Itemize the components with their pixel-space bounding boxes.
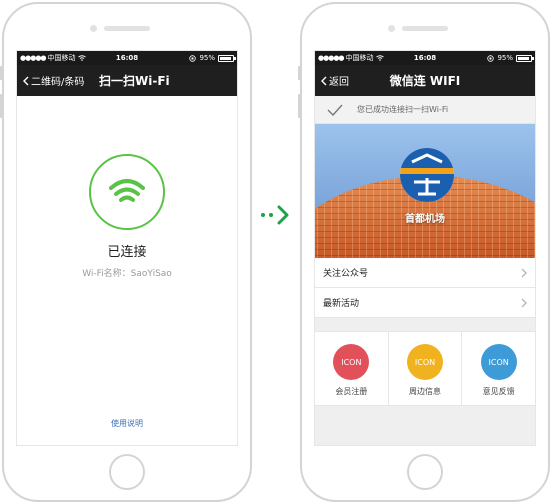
phone-frame-left: ●●●●● 中国移动 16:08 95% 二维码/条码 扫一扫Wi-Fi 已连接… [0,2,252,502]
orientation-lock-icon [189,54,197,62]
wifi-icon [109,179,145,202]
back-label: 二维码/条码 [31,77,85,88]
wifi-name: Wi-Fi名称：SaoYiSao [82,269,172,279]
grid-item-label: 会员注册 [335,387,368,396]
mute-switch [298,66,301,80]
chevron-right-icon [277,205,289,225]
screen-right: ●●●●● 中国移动 16:08 95% 返回 微信连 WIFI 您已成功连接扫… [314,50,536,446]
orientation-lock-icon [487,54,495,62]
airport-logo-icon [400,148,454,202]
battery-icon [516,54,534,62]
checkmark-icon [327,104,343,116]
nav-bar: 返回 微信连 WIFI [315,65,535,96]
back-label: 返回 [329,77,349,88]
connection-status: 已连接 [107,245,147,260]
volume-up-button [298,94,301,118]
home-button[interactable] [407,454,443,490]
battery-percent: 95% [497,54,513,62]
phone-frame-right: ●●●●● 中国移动 16:08 95% 返回 微信连 WIFI 您已成功连接扫… [298,2,550,502]
menu-list: 关注公众号 最新活动 [315,258,535,318]
chevron-right-icon [521,298,527,307]
nav-bar: 二维码/条码 扫一扫Wi-Fi [17,65,237,96]
success-message: 您已成功连接扫一扫Wi-Fi [357,105,449,114]
earpiece-speaker [402,26,448,31]
airport-logo [400,148,454,202]
screen-left: ●●●●● 中国移动 16:08 95% 二维码/条码 扫一扫Wi-Fi 已连接… [16,50,238,446]
home-button[interactable] [109,454,145,490]
battery-percent: 95% [199,54,215,62]
mute-switch [0,66,3,80]
empty-area [315,406,535,445]
grid-item-nearby-info[interactable]: ICON 周边信息 [389,332,463,405]
list-item-follow-account[interactable]: 关注公众号 [315,258,535,288]
back-button[interactable]: 返回 [321,65,349,96]
chevron-left-icon [23,76,29,85]
arrow-dot [261,213,265,217]
front-camera [90,25,97,32]
nearby-info-icon: ICON [407,344,443,380]
success-banner: 您已成功连接扫一扫Wi-Fi [315,96,535,124]
list-item-label: 最新活动 [323,299,360,309]
arrow-dot [269,213,273,217]
grid-item-member-registration[interactable]: ICON 会员注册 [315,332,389,405]
wifi-connected-badge [89,154,165,230]
list-item-label: 关注公众号 [323,269,369,279]
feature-grid: ICON 会员注册 ICON 周边信息 ICON 意见反馈 [315,332,535,406]
grid-item-label: 周边信息 [409,387,441,396]
feedback-icon: ICON [480,344,517,380]
usage-instructions-link[interactable]: 使用说明 [17,418,237,429]
member-registration-icon: ICON [333,344,370,380]
chevron-left-icon [321,76,327,85]
status-bar: ●●●●● 中国移动 16:08 95% [17,51,237,65]
status-bar: ●●●●● 中国移动 16:08 95% [315,51,535,65]
airport-name: 首都机场 [405,214,445,225]
back-button[interactable]: 二维码/条码 [23,65,84,96]
grid-item-feedback[interactable]: ICON 意见反馈 [462,332,535,405]
section-divider [315,318,535,332]
front-camera [388,25,395,32]
flow-arrow [261,205,289,225]
earpiece-speaker [104,26,150,31]
list-item-latest-activities[interactable]: 最新活动 [315,288,535,318]
airport-banner[interactable]: 首都机场 [315,124,535,258]
grid-item-label: 意见反馈 [482,387,515,396]
volume-up-button [0,94,3,118]
chevron-right-icon [521,268,527,277]
battery-icon [218,54,236,62]
